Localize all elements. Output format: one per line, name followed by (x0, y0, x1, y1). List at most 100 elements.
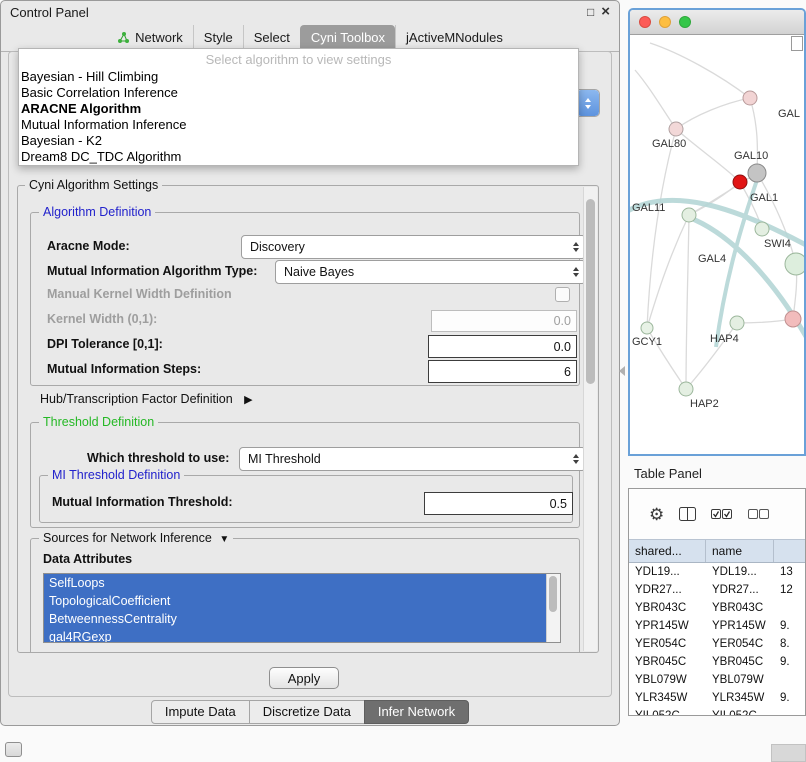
columns-icon[interactable] (679, 507, 696, 521)
combo-value: Discovery (250, 240, 567, 254)
table-header-row: shared... name (629, 539, 805, 563)
gear-icon[interactable]: ⚙ (649, 506, 664, 523)
table-row[interactable]: YIL052C YIL052C (629, 707, 805, 716)
column-header-name[interactable]: name (706, 540, 774, 562)
table-row[interactable]: YDR27... YDR27... 12 (629, 581, 805, 599)
which-threshold-label: Which threshold to use: (87, 447, 229, 469)
tab-impute-data[interactable]: Impute Data (151, 700, 250, 724)
zoom-traffic-light-icon[interactable] (679, 16, 691, 28)
cell-shared-name: YBR043C (629, 599, 706, 617)
attribute-list-item[interactable]: BetweennessCentrality (44, 610, 547, 628)
group-title: Sources for Network Inference (43, 531, 212, 545)
network-node[interactable] (679, 382, 693, 396)
apply-button[interactable]: Apply (269, 667, 339, 689)
table-row[interactable]: YLR345W YLR345W 9. (629, 689, 805, 707)
node-label: SWI4 (764, 238, 791, 250)
table-row[interactable]: YDL19... YDL19... 13 (629, 563, 805, 581)
manual-kernel-checkbox[interactable] (555, 287, 570, 302)
cell-name: YDR27... (706, 581, 774, 599)
network-node[interactable] (785, 311, 801, 327)
table-row[interactable]: YBL079W YBL079W (629, 671, 805, 689)
attribute-list-item[interactable]: gal4RGexp (44, 628, 547, 643)
window-title: Control Panel (10, 5, 89, 20)
cell-value (774, 707, 805, 716)
node-label: HAP2 (690, 398, 719, 410)
aracne-mode-label: Aracne Mode: (47, 235, 130, 257)
network-node[interactable] (730, 316, 744, 330)
panel-splitter-arrow[interactable] (619, 366, 625, 376)
mi-type-combo[interactable]: Naive Bayes (275, 260, 586, 284)
network-window-titlebar (630, 10, 804, 35)
network-node[interactable] (743, 91, 757, 105)
combo-value: Naive Bayes (284, 265, 567, 279)
network-node[interactable] (785, 253, 804, 275)
dropdown-placeholder: Select algorithm to view settings (19, 51, 578, 69)
table-panel-window: ⚙ shared... name YDL19... YDL19... 13 YD… (628, 488, 806, 716)
network-node[interactable] (748, 164, 766, 182)
collapsed-panel-icon[interactable] (5, 742, 22, 757)
network-canvas[interactable]: GAL GAL80 GAL10 GAL11 GAL1 SWI4 GAL4 GCY… (630, 35, 804, 454)
tab-discretize-data[interactable]: Discretize Data (249, 700, 365, 724)
control-panel-titlebar: Control Panel □ × (1, 1, 619, 23)
mi-threshold-group: MI Threshold Definition Mutual Informati… (39, 475, 573, 523)
list-scrollbar[interactable] (546, 574, 560, 642)
algorithm-option[interactable]: Basic Correlation Inference (19, 85, 578, 101)
table-row[interactable]: YBR045C YBR045C 9. (629, 653, 805, 671)
dpi-tolerance-field[interactable]: 0.0 (428, 335, 577, 358)
combo-stepper-icon[interactable] (577, 90, 599, 116)
table-row[interactable]: YER054C YER054C 8. (629, 635, 805, 653)
algorithm-option[interactable]: Mutual Information Inference (19, 117, 578, 133)
network-graph: GAL GAL80 GAL10 GAL11 GAL1 SWI4 GAL4 GCY… (630, 35, 804, 454)
cell-name: YBR045C (706, 653, 774, 671)
cell-name: YDL19... (706, 563, 774, 581)
algorithm-option[interactable]: Dream8 DC_TDC Algorithm (19, 149, 578, 165)
attribute-list-item[interactable]: TopologicalCoefficient (44, 592, 547, 610)
mi-steps-field[interactable]: 6 (428, 360, 577, 383)
which-threshold-combo[interactable]: MI Threshold (239, 447, 586, 471)
tab-infer-network[interactable]: Infer Network (364, 700, 469, 724)
scrollbar-thumb[interactable] (549, 576, 557, 612)
network-node[interactable] (669, 122, 683, 136)
network-node[interactable] (641, 322, 653, 334)
algorithm-option-selected[interactable]: ARACNE Algorithm (19, 101, 578, 117)
tab-label: jActiveMNodules (406, 30, 503, 45)
birdseye-toggle[interactable] (791, 36, 803, 51)
cell-shared-name: YPR145W (629, 617, 706, 635)
cell-shared-name: YBR045C (629, 653, 706, 671)
network-node[interactable] (682, 208, 696, 222)
cell-shared-name: YIL052C (629, 707, 706, 716)
algorithm-definition-group: Algorithm Definition Aracne Mode: Discov… (30, 212, 580, 386)
cell-shared-name: YDR27... (629, 581, 706, 599)
algorithm-option[interactable]: Bayesian - K2 (19, 133, 578, 149)
mi-threshold-field[interactable]: 0.5 (424, 492, 573, 515)
deselect-all-checkboxes-icon[interactable] (748, 508, 770, 520)
select-all-checkboxes-icon[interactable] (711, 508, 733, 520)
sources-group-title[interactable]: Sources for Network Inference ▼ (39, 531, 233, 545)
column-header-extra[interactable] (774, 540, 805, 562)
network-node[interactable] (755, 222, 769, 236)
collapse-arrow-icon: ▼ (219, 534, 229, 545)
float-window-icon[interactable]: □ (587, 6, 594, 18)
threshold-definition-group: Threshold Definition Which threshold to … (30, 422, 580, 528)
cell-name: YPR145W (706, 617, 774, 635)
minimize-traffic-light-icon[interactable] (659, 16, 671, 28)
close-icon[interactable]: × (601, 6, 610, 18)
hub-definition-toggle[interactable]: Hub/Transcription Factor Definition ▶ (40, 391, 253, 408)
table-row[interactable]: YPR145W YPR145W 9. (629, 617, 805, 635)
cell-shared-name: YER054C (629, 635, 706, 653)
close-traffic-light-icon[interactable] (639, 16, 651, 28)
control-panel-window: Control Panel □ × Network Style Select C… (0, 0, 620, 726)
group-title: MI Threshold Definition (48, 468, 184, 482)
node-label: GAL80 (652, 138, 686, 150)
aracne-mode-combo[interactable]: Discovery (241, 235, 586, 259)
tab-label: Cyni Toolbox (311, 30, 385, 45)
column-header-shared-name[interactable]: shared... (629, 540, 706, 562)
combo-arrows-icon (573, 267, 579, 277)
scrollbar-thumb[interactable] (586, 199, 595, 384)
table-row[interactable]: YBR043C YBR043C (629, 599, 805, 617)
node-label: HAP4 (710, 333, 739, 345)
network-node-highlighted[interactable] (733, 175, 747, 189)
algorithm-option[interactable]: Bayesian - Hill Climbing (19, 69, 578, 85)
kernel-width-field: 0.0 (431, 310, 577, 332)
attribute-list-item[interactable]: SelfLoops (44, 574, 547, 592)
